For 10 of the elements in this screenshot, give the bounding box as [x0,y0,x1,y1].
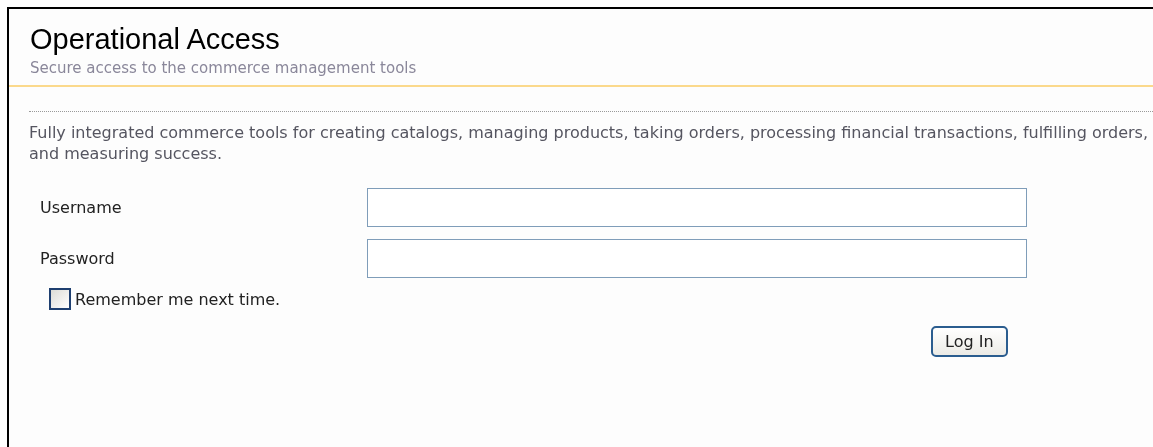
page-subtitle: Secure access to the commerce management tools [30,59,418,77]
checkbox-label: Remember me next time. [75,289,281,309]
input-field[interactable] [367,239,1027,278]
field-label: Password [40,249,116,268]
field-label: Username [40,198,123,217]
checkbox[interactable] [49,288,71,310]
intro-text: Fully integrated commerce tools for creating catalogs, managing products, taking orders, processing financial transactions, fulfilling orders, and measuring success. [29,122,1149,164]
login-button[interactable]: Log In [931,326,1008,357]
page-title: Operational Access [30,22,281,56]
input-field[interactable] [367,188,1027,227]
